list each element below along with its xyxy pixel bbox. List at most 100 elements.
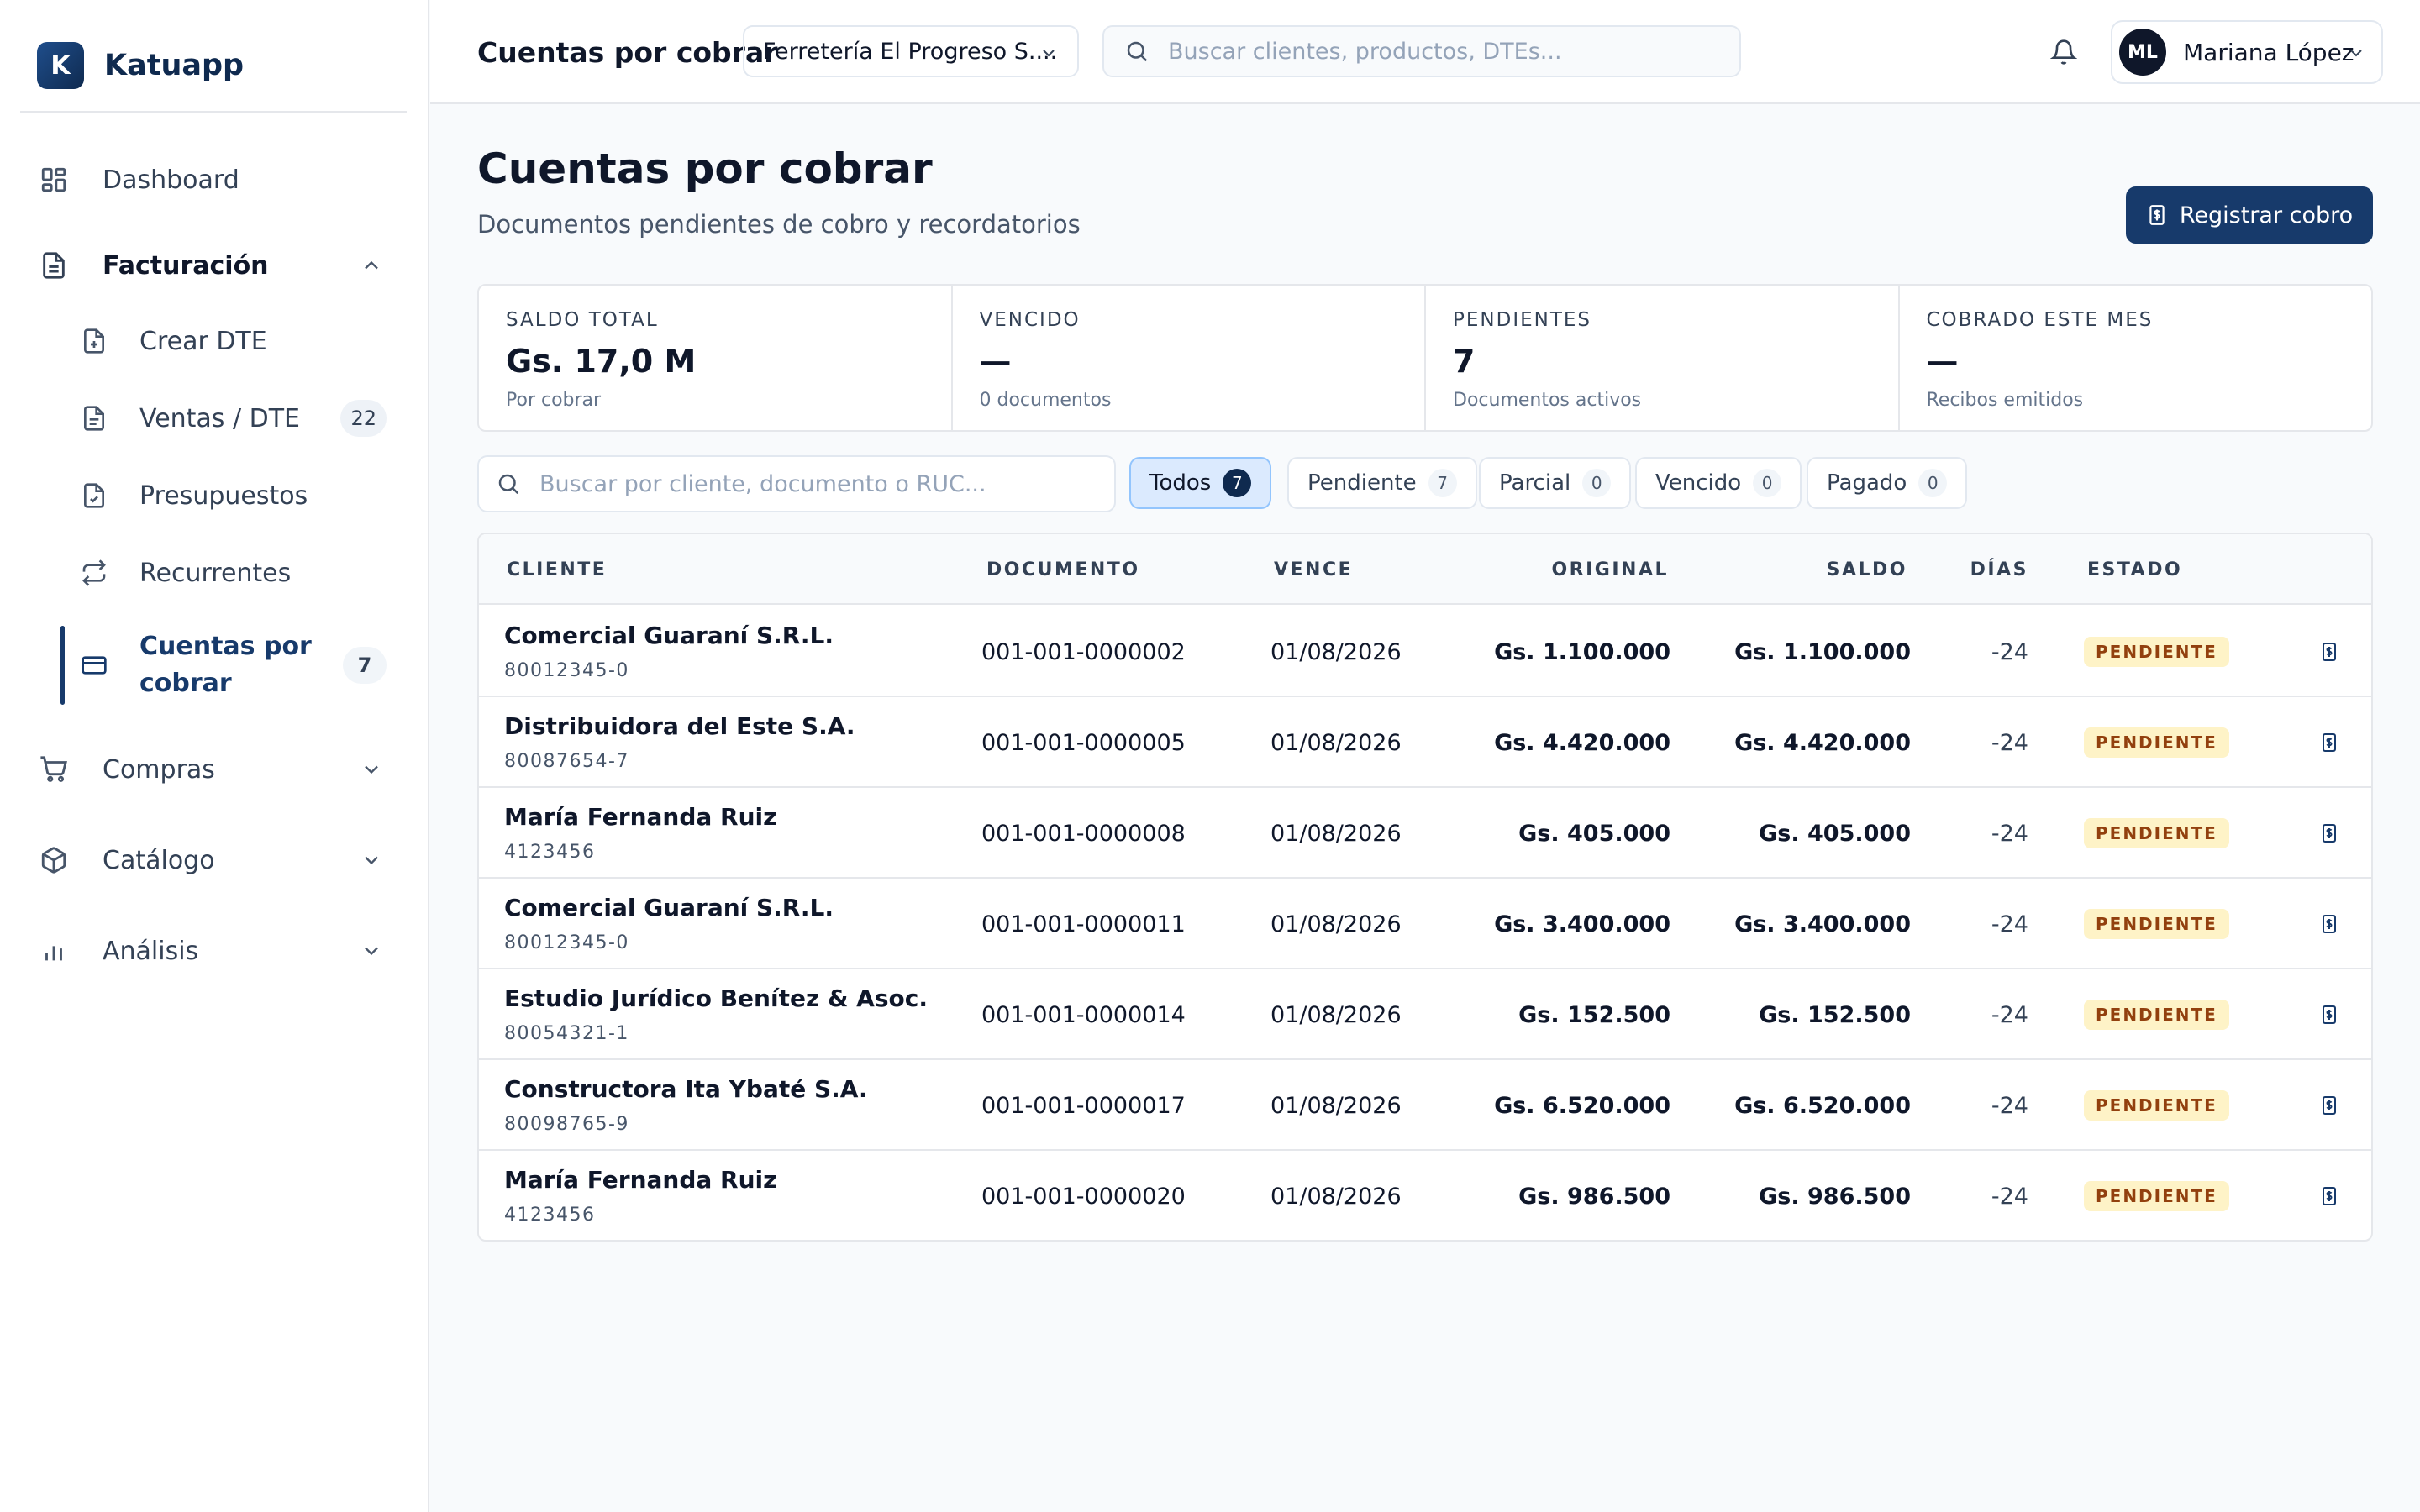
sidebar-item-presupuestos[interactable]: Presupuestos <box>59 469 407 522</box>
global-search[interactable] <box>1102 25 1741 77</box>
bell-icon[interactable] <box>2047 35 2081 69</box>
balance-amount: Gs. 6.520.000 <box>1734 1092 1911 1119</box>
filter-chip-pagado[interactable]: Pagado 0 <box>1807 457 1968 509</box>
client-name[interactable]: Constructora Ita Ybaté S.A. <box>504 1075 868 1103</box>
sidebar-item-dashboard[interactable]: Dashboard <box>20 153 407 207</box>
chip-label: Todos <box>1150 470 1212 496</box>
chevron-down-icon <box>1043 50 1055 57</box>
client-name[interactable]: Comercial Guaraní S.R.L. <box>504 894 834 921</box>
register-payment-icon[interactable] <box>2316 638 2343 665</box>
register-payment-icon[interactable] <box>2316 1183 2343 1210</box>
user-menu[interactable]: ML Mariana López <box>2111 20 2383 84</box>
register-payment-icon[interactable] <box>2316 1092 2343 1119</box>
table-header: CLIENTE DOCUMENTO VENCE ORIGINAL SALDO D… <box>479 534 2371 605</box>
client-name[interactable]: Estudio Jurídico Benítez & Asoc. <box>504 984 928 1012</box>
sidebar-item-cuentas-por-cobrar[interactable]: Cuentas por cobrar 7 <box>59 626 407 705</box>
filter-chip-parcial[interactable]: Parcial 0 <box>1479 457 1632 509</box>
sidebar-item-label: Catálogo <box>103 845 215 875</box>
brand-name: Katuapp <box>104 49 245 82</box>
due-date: 01/08/2026 <box>1270 911 1402 937</box>
days-count: -24 <box>1991 729 2028 756</box>
column-header-dias[interactable]: DÍAS <box>1941 534 2028 605</box>
original-amount: Gs. 1.100.000 <box>1494 638 1670 665</box>
button-label: Registrar cobro <box>2179 202 2354 228</box>
client-name[interactable]: Comercial Guaraní S.R.L. <box>504 622 834 649</box>
stat-saldo-total: SALDO TOTAL Gs. 17,0 M Por cobrar <box>479 286 953 430</box>
original-amount: Gs. 152.500 <box>1518 1001 1670 1028</box>
stat-value: Gs. 17,0 M <box>506 343 697 380</box>
table-row[interactable]: Constructora Ita Ybaté S.A. 80098765-9 0… <box>479 1060 2371 1151</box>
file-text-icon <box>77 402 111 435</box>
register-payment-icon[interactable] <box>2316 1001 2343 1028</box>
status-badge: PENDIENTE <box>2084 1000 2229 1030</box>
register-payment-icon[interactable] <box>2316 820 2343 847</box>
sidebar-item-crear-dte[interactable]: Crear DTE <box>59 314 407 368</box>
client-ruc: 80054321-1 <box>504 1023 629 1044</box>
balance-amount: Gs. 4.420.000 <box>1734 729 1911 756</box>
stat-label: PENDIENTES <box>1453 309 1592 331</box>
client-name[interactable]: María Fernanda Ruiz <box>504 803 776 831</box>
global-search-input[interactable] <box>1168 38 1722 65</box>
stat-label: COBRADO ESTE MES <box>1926 309 2154 331</box>
chevron-up-icon <box>365 260 378 270</box>
sidebar-item-ventas-dte[interactable]: Ventas / DTE 22 <box>59 391 407 445</box>
table-row[interactable]: Comercial Guaraní S.R.L. 80012345-0 001-… <box>479 606 2371 697</box>
table-row[interactable]: Comercial Guaraní S.R.L. 80012345-0 001-… <box>479 879 2371 969</box>
stat-label: SALDO TOTAL <box>506 309 659 331</box>
sidebar-item-compras[interactable]: Compras <box>20 743 407 796</box>
table-row[interactable]: María Fernanda Ruiz 4123456 001-001-0000… <box>479 788 2371 879</box>
sidebar-item-catalogo[interactable]: Catálogo <box>20 833 407 887</box>
column-header-estado[interactable]: ESTADO <box>2087 534 2182 605</box>
topbar: Cuentas por cobrar Ferretería El Progres… <box>430 0 2420 104</box>
table-row[interactable]: Distribuidora del Este S.A. 80087654-7 0… <box>479 697 2371 788</box>
register-payment-icon[interactable] <box>2316 729 2343 756</box>
sidebar-item-label: Crear DTE <box>139 326 267 356</box>
filter-chip-vencido[interactable]: Vencido 0 <box>1635 457 1802 509</box>
registrar-cobro-button[interactable]: Registrar cobro <box>2126 186 2373 244</box>
stat-vencido: VENCIDO — 0 documentos <box>953 286 1426 430</box>
stat-note: 0 documentos <box>979 390 1112 411</box>
column-header-documento[interactable]: DOCUMENTO <box>986 534 1140 605</box>
sidebar-item-label: Dashboard <box>103 165 239 195</box>
filter-chip-todos[interactable]: Todos 7 <box>1129 457 1272 509</box>
sidebar-item-label: Cuentas por cobrar <box>139 632 312 698</box>
client-name[interactable]: Distribuidora del Este S.A. <box>504 712 855 740</box>
sidebar-item-recurrentes[interactable]: Recurrentes <box>59 546 407 600</box>
chevron-down-icon <box>2350 50 2362 57</box>
filter-chip-pendiente[interactable]: Pendiente 7 <box>1287 457 1477 509</box>
original-amount: Gs. 405.000 <box>1518 820 1670 847</box>
column-header-cliente[interactable]: CLIENTE <box>507 534 607 605</box>
document-number: 001-001-0000002 <box>981 638 1186 665</box>
stat-value: 7 <box>1453 343 1476 380</box>
column-header-original[interactable]: ORIGINAL <box>1487 534 1669 605</box>
client-ruc: 4123456 <box>504 842 596 863</box>
stats-panel: SALDO TOTAL Gs. 17,0 M Por cobrar VENCID… <box>477 284 2373 432</box>
dashboard-icon <box>37 163 71 197</box>
sidebar-item-label: Compras <box>103 754 215 785</box>
column-header-vence[interactable]: VENCE <box>1274 534 1353 605</box>
table-row[interactable]: María Fernanda Ruiz 4123456 001-001-0000… <box>479 1151 2371 1240</box>
column-header-saldo[interactable]: SALDO <box>1739 534 1907 605</box>
sidebar-item-analisis[interactable]: Análisis <box>20 924 407 978</box>
table-search[interactable] <box>477 455 1116 512</box>
table-row[interactable]: Estudio Jurídico Benítez & Asoc. 8005432… <box>479 969 2371 1060</box>
sidebar-item-facturacion[interactable]: Facturación <box>20 239 407 292</box>
document-number: 001-001-0000017 <box>981 1092 1186 1119</box>
document-number: 001-001-0000014 <box>981 1001 1186 1028</box>
register-payment-icon[interactable] <box>2316 911 2343 937</box>
sidebar-item-label: Presupuestos <box>139 480 308 511</box>
stat-value: — <box>1926 343 1959 380</box>
company-selector[interactable]: Ferretería El Progreso S.... <box>743 25 1079 77</box>
stat-note: Recibos emitidos <box>1926 390 2084 411</box>
status-cell: PENDIENTE <box>2084 879 2229 969</box>
brand[interactable]: K Katuapp <box>20 20 407 113</box>
chevron-down-icon <box>365 765 378 774</box>
stat-cobrado-mes: COBRADO ESTE MES — Recibos emitidos <box>1900 286 2372 430</box>
status-badge: PENDIENTE <box>2084 637 2229 667</box>
due-date: 01/08/2026 <box>1270 1092 1402 1119</box>
status-cell: PENDIENTE <box>2084 1151 2229 1240</box>
due-date: 01/08/2026 <box>1270 820 1402 847</box>
table-search-input[interactable] <box>539 470 1097 497</box>
client-name[interactable]: María Fernanda Ruiz <box>504 1166 776 1194</box>
stat-label: VENCIDO <box>979 309 1081 331</box>
